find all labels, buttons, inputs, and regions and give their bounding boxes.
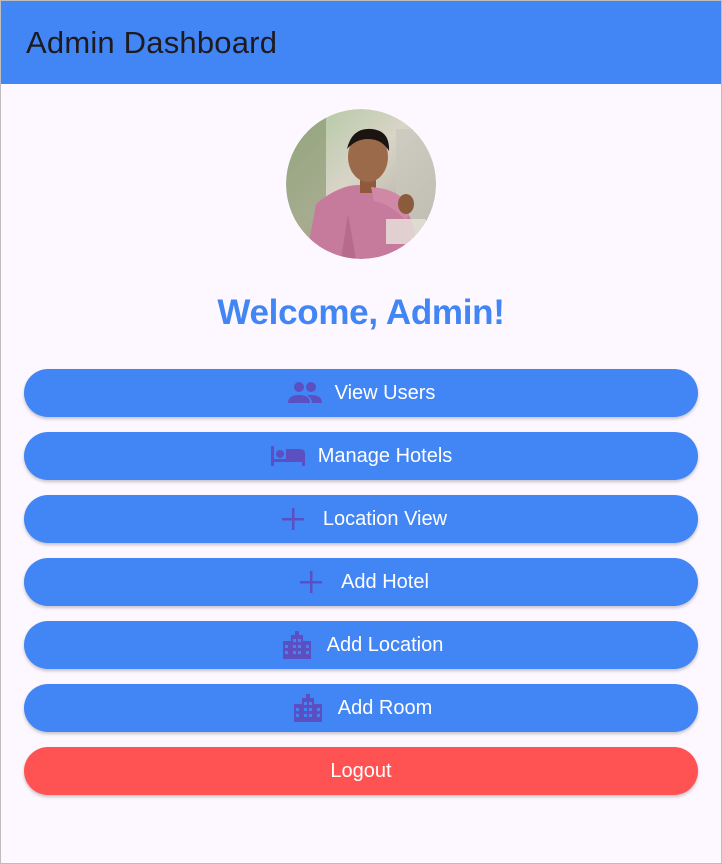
location-view-button[interactable]: Location View	[24, 495, 698, 543]
action-button-list: View Users Manage Hotels Location View A…	[24, 369, 698, 795]
avatar	[286, 109, 436, 259]
manage-hotels-button[interactable]: Manage Hotels	[24, 432, 698, 480]
location-view-label: Location View	[322, 507, 448, 530]
add-location-button[interactable]: Add Location	[24, 621, 698, 669]
city-icon	[279, 631, 315, 659]
add-room-button[interactable]: Add Room	[24, 684, 698, 732]
manage-hotels-label: Manage Hotels	[317, 444, 453, 467]
bed-icon	[270, 442, 306, 470]
logout-label: Logout	[330, 759, 392, 782]
add-room-label: Add Room	[337, 696, 433, 719]
app-bar: Admin Dashboard	[1, 1, 721, 84]
view-users-label: View Users	[334, 381, 436, 404]
app-window: Admin Dashboard Welcome, Admin! View Use…	[0, 0, 722, 864]
view-users-button[interactable]: View Users	[24, 369, 698, 417]
people-icon	[287, 379, 323, 407]
logout-button[interactable]: Logout	[24, 747, 698, 795]
welcome-heading: Welcome, Admin!	[217, 293, 505, 332]
plus-icon	[275, 505, 311, 533]
add-location-label: Add Location	[326, 633, 444, 656]
add-hotel-label: Add Hotel	[341, 570, 429, 593]
add-hotel-button[interactable]: Add Hotel	[24, 558, 698, 606]
dashboard-content: Welcome, Admin! View Users Manage Hotels…	[1, 84, 721, 795]
city-icon	[290, 694, 326, 722]
plus-icon	[293, 568, 329, 596]
page-title: Admin Dashboard	[26, 24, 278, 60]
